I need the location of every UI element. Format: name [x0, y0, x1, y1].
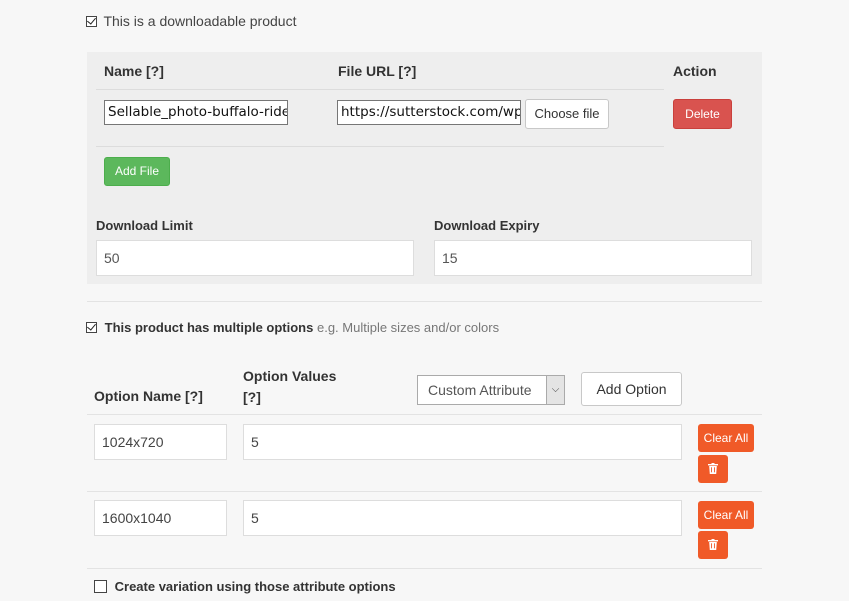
add-option-button[interactable]: Add Option: [581, 372, 682, 406]
delete-option-button[interactable]: [698, 531, 728, 559]
file-url-input[interactable]: https://sutterstock.com/wp: [337, 100, 521, 125]
variation-row: Create variation using those attribute o…: [94, 579, 396, 594]
delete-option-button[interactable]: [698, 455, 728, 483]
download-expiry-input[interactable]: 15: [434, 240, 752, 276]
clear-all-button[interactable]: Clear All: [698, 424, 754, 452]
downloadable-label: This is a downloadable product: [103, 13, 297, 29]
options-bottom-divider: [87, 568, 762, 569]
files-row-divider: [96, 146, 664, 147]
multiple-options-hint: e.g. Multiple sizes and/or colors: [316, 320, 500, 335]
variation-label: Create variation using those attribute o…: [114, 579, 396, 594]
option-values-input[interactable]: 5: [243, 424, 682, 460]
variation-checkbox[interactable]: [94, 580, 107, 593]
files-header-divider: [96, 89, 664, 90]
attribute-select-value: Custom Attribute: [428, 382, 532, 398]
option-row-divider: [87, 491, 762, 492]
section-divider: [87, 301, 762, 302]
download-expiry-label: Download Expiry: [434, 218, 540, 233]
choose-file-button[interactable]: Choose file: [525, 99, 609, 129]
action-header: Action: [673, 63, 717, 79]
file-name-input[interactable]: Sellable_photo-buffalo-ride: [104, 100, 288, 125]
name-header: Name [?]: [104, 63, 164, 79]
option-values-input[interactable]: 5: [243, 500, 682, 536]
multiple-options-label: This product has multiple options: [104, 320, 314, 335]
multiple-options-row: This product has multiple options e.g. M…: [86, 320, 499, 335]
file-url-header: File URL [?]: [338, 63, 417, 79]
option-name-input[interactable]: 1024x720: [94, 424, 227, 460]
attribute-select[interactable]: Custom Attribute ⌵: [417, 375, 565, 405]
downloadable-row: This is a downloadable product: [86, 13, 296, 31]
download-limit-label: Download Limit: [96, 218, 193, 233]
options-header-divider: [87, 414, 762, 415]
option-values-help: [?]: [243, 389, 261, 405]
trash-icon: [708, 539, 718, 550]
option-name-header: Option Name [?]: [94, 388, 203, 404]
multiple-options-checkbox[interactable]: [86, 322, 97, 333]
option-name-input[interactable]: 1600x1040: [94, 500, 227, 536]
download-limit-input[interactable]: 50: [96, 240, 414, 276]
clear-all-button[interactable]: Clear All: [698, 501, 754, 529]
add-file-button[interactable]: Add File: [104, 157, 170, 186]
delete-file-button[interactable]: Delete: [673, 99, 732, 129]
chevron-down-icon[interactable]: ⌵: [546, 376, 564, 404]
option-values-header: Option Values: [243, 368, 337, 384]
trash-icon: [708, 463, 718, 474]
downloadable-checkbox[interactable]: [86, 16, 97, 27]
